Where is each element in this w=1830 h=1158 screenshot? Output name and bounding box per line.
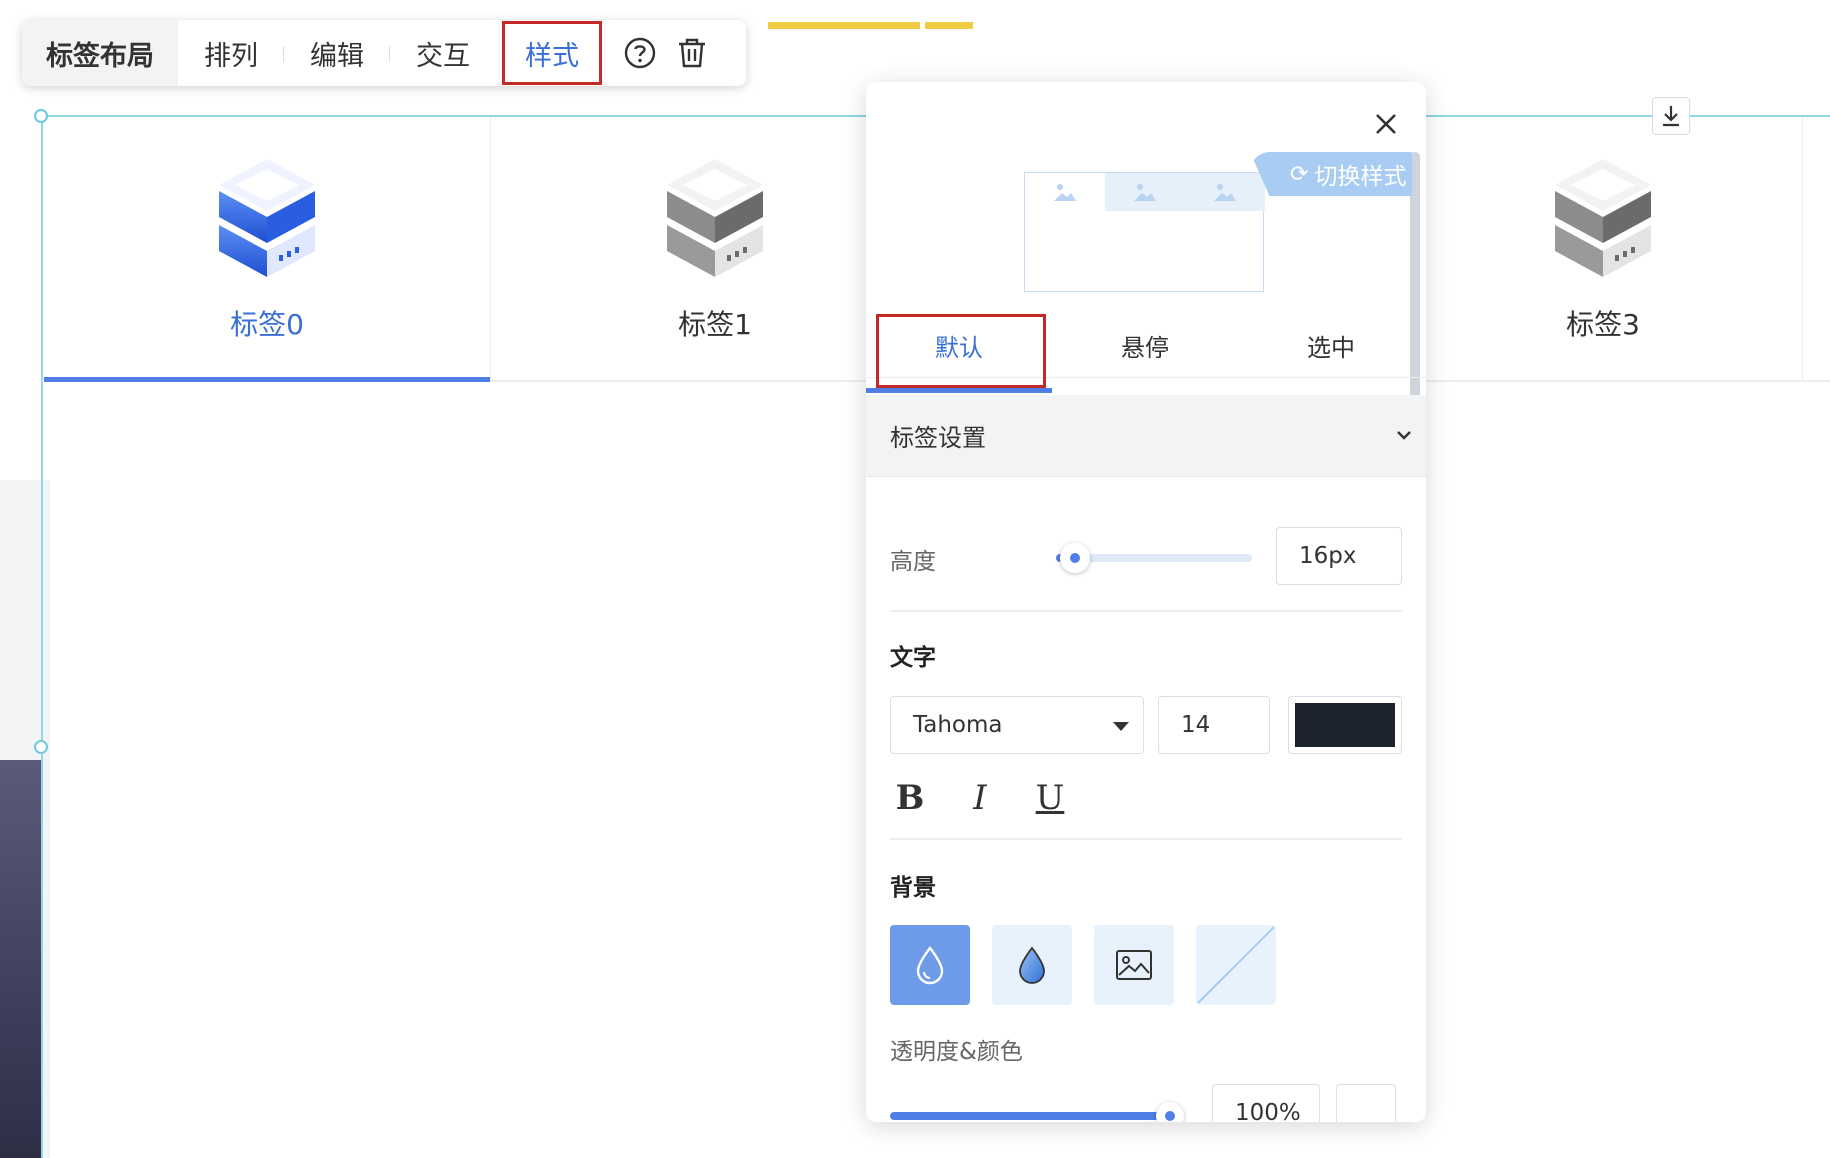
toolbar-item-style[interactable]: 样式 xyxy=(502,21,602,85)
cube-icon xyxy=(219,159,315,277)
delete-button[interactable] xyxy=(670,31,714,75)
active-state-underline xyxy=(866,388,1052,393)
text-color-swatch xyxy=(1295,703,1395,747)
refresh-icon: ⟳ xyxy=(1290,161,1309,187)
style-preview xyxy=(1024,172,1265,292)
cube-icon xyxy=(1555,159,1651,277)
font-family-value: Tahoma xyxy=(913,712,1003,738)
switch-style-button[interactable]: ⟳ 切换样式 xyxy=(1250,152,1413,196)
toolbar-item-arrange[interactable]: 排列 xyxy=(178,20,284,86)
opacity-slider-thumb[interactable] xyxy=(1156,1102,1184,1122)
opacity-input[interactable]: 100% xyxy=(1212,1084,1320,1122)
text-group-title: 文字 xyxy=(890,645,936,671)
preview-cell xyxy=(1185,173,1265,211)
font-family-select[interactable]: Tahoma xyxy=(890,696,1144,754)
help-icon xyxy=(624,37,656,69)
toolbar-item-edit[interactable]: 编辑 xyxy=(284,20,390,86)
canvas-left-image xyxy=(0,760,42,1158)
tab-divider xyxy=(1802,117,1803,382)
style-panel: ⟳ 切换样式 默认 悬停 选中 标签设置 高度 16px 文字 Tahoma 1… xyxy=(866,82,1426,1122)
help-button[interactable] xyxy=(618,31,662,75)
text-color-picker[interactable] xyxy=(1288,696,1402,754)
cube-icon xyxy=(667,159,763,277)
height-input[interactable]: 16px xyxy=(1276,527,1402,585)
font-size-input[interactable]: 14 xyxy=(1158,696,1270,754)
background-color-fill-button[interactable] xyxy=(890,925,970,1005)
bold-button[interactable]: B xyxy=(890,776,930,820)
chevron-down-icon xyxy=(1397,431,1411,440)
underline-button[interactable]: U xyxy=(1030,776,1070,820)
caret-down-icon xyxy=(1113,722,1129,731)
tab-selected[interactable]: 选中 xyxy=(1238,312,1424,378)
highlight-box xyxy=(876,314,1046,388)
background-no-fill-button[interactable] xyxy=(1196,925,1276,1005)
image-placeholder-icon xyxy=(1054,184,1076,201)
toolbar-title: 标签布局 xyxy=(22,20,178,86)
gradient-fill-icon xyxy=(1019,946,1045,984)
tab-item[interactable]: 标签3 xyxy=(1404,117,1802,382)
section-title: 标签设置 xyxy=(890,424,986,452)
opacity-color-picker[interactable] xyxy=(1336,1084,1396,1122)
close-icon xyxy=(1376,114,1396,134)
download-icon xyxy=(1663,106,1679,127)
active-tab-underline xyxy=(44,377,490,382)
height-label: 高度 xyxy=(890,549,936,575)
trash-icon xyxy=(679,38,705,68)
resize-handle-middle-left[interactable] xyxy=(34,740,48,754)
download-button[interactable] xyxy=(1652,97,1690,135)
tab-label: 标签1 xyxy=(678,308,752,341)
image-fill-icon xyxy=(1116,950,1152,980)
opacity-label: 透明度&颜色 xyxy=(890,1039,1023,1065)
preview-cell xyxy=(1025,173,1105,211)
image-placeholder-icon xyxy=(1214,184,1236,201)
section-header[interactable]: 标签设置 xyxy=(866,395,1426,477)
progress-bar-segment xyxy=(925,22,973,29)
background-gradient-fill-button[interactable] xyxy=(992,925,1072,1005)
background-image-fill-button[interactable] xyxy=(1094,925,1174,1005)
toolbar-item-interaction[interactable]: 交互 xyxy=(390,20,496,86)
tab-hover[interactable]: 悬停 xyxy=(1052,312,1238,378)
tab-label: 标签3 xyxy=(1566,308,1640,341)
image-placeholder-icon xyxy=(1134,184,1156,201)
divider xyxy=(890,838,1402,840)
progress-bar-segment xyxy=(768,22,920,29)
tab-divider xyxy=(490,117,491,382)
tab-label: 标签0 xyxy=(230,308,304,341)
divider xyxy=(890,610,1402,612)
switch-style-label: 切换样式 xyxy=(1314,164,1407,190)
tab-item[interactable]: 标签0 xyxy=(44,117,490,382)
height-slider-thumb[interactable] xyxy=(1060,543,1090,573)
component-toolbar: 标签布局 排列 编辑 交互 样式 xyxy=(22,20,746,86)
opacity-slider[interactable] xyxy=(890,1112,1176,1120)
no-fill-icon xyxy=(1197,926,1275,1004)
color-fill-icon xyxy=(916,946,944,985)
italic-button[interactable]: I xyxy=(960,776,1000,820)
background-group-title: 背景 xyxy=(890,875,936,901)
close-button[interactable] xyxy=(1370,108,1402,140)
preview-cell xyxy=(1105,173,1185,211)
